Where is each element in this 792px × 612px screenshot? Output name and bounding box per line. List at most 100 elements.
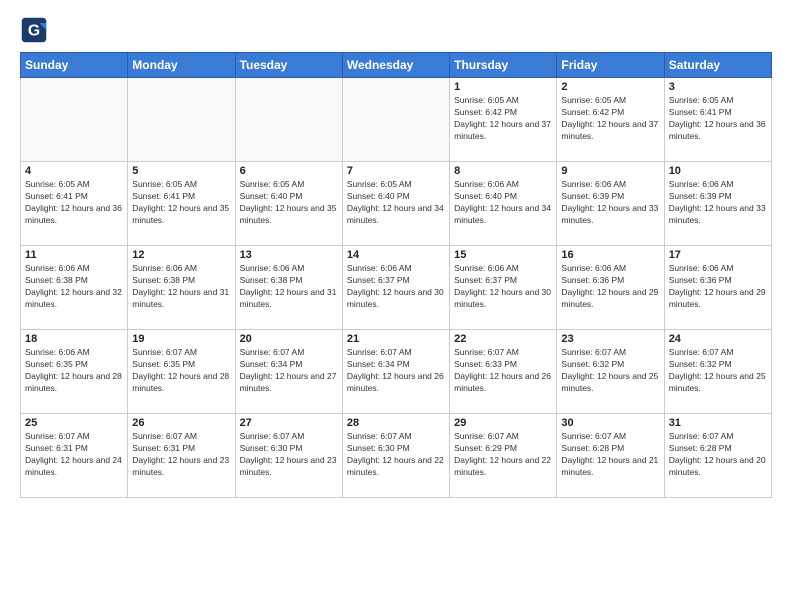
day-number: 20 bbox=[240, 333, 338, 345]
calendar-cell: 24Sunrise: 6:07 AMSunset: 6:32 PMDayligh… bbox=[664, 330, 771, 414]
calendar-cell: 20 Sunrise: 6:07 AMSunset: 6:34 PMDayligh… bbox=[235, 330, 342, 414]
week-row-2: 4 Sunrise: 6:05 AMSunset: 6:41 PMDaylight… bbox=[21, 162, 772, 246]
calendar-cell: 3 Sunrise: 6:05 AMSunset: 6:41 PMDaylight… bbox=[664, 78, 771, 162]
week-row-1: 1 Sunrise: 6:05 AMSunset: 6:42 PMDaylight… bbox=[21, 78, 772, 162]
day-number: 9 bbox=[561, 165, 659, 177]
day-number: 18 bbox=[25, 333, 123, 345]
calendar-cell: 1Sunrise: 6:05 AMSunset: 6:42 PMDaylight… bbox=[450, 78, 557, 162]
calendar-cell: 9 Sunrise: 6:06 AMSunset: 6:39 PMDaylight… bbox=[557, 162, 664, 246]
day-number: 23 bbox=[561, 333, 659, 345]
calendar-cell bbox=[235, 78, 342, 162]
day-number: 15 bbox=[454, 249, 552, 261]
logo-icon: G bbox=[20, 16, 48, 44]
day-number: 31 bbox=[669, 417, 767, 429]
calendar-cell: 2 Sunrise: 6:05 AMSunset: 6:42 PMDaylight… bbox=[557, 78, 664, 162]
day-info: Sunrise: 6:06 AMSunset: 6:35 PMDaylight:… bbox=[25, 347, 123, 395]
calendar-cell: 28 Sunrise: 6:07 AMSunset: 6:30 PMDayligh… bbox=[342, 414, 449, 498]
day-info: Sunrise: 6:06 AMSunset: 6:39 PMDaylight:… bbox=[561, 179, 659, 227]
calendar-cell: 25Sunrise: 6:07 AMSunset: 6:31 PMDayligh… bbox=[21, 414, 128, 498]
calendar-header-saturday: Saturday bbox=[664, 53, 771, 78]
calendar-cell: 29Sunrise: 6:07 AMSunset: 6:29 PMDayligh… bbox=[450, 414, 557, 498]
calendar-cell: 8Sunrise: 6:06 AMSunset: 6:40 PMDaylight… bbox=[450, 162, 557, 246]
day-number: 6 bbox=[240, 165, 338, 177]
calendar-cell: 12 Sunrise: 6:06 AMSunset: 6:38 PMDayligh… bbox=[128, 246, 235, 330]
calendar-cell: 16 Sunrise: 6:06 AMSunset: 6:36 PMDayligh… bbox=[557, 246, 664, 330]
week-row-4: 18 Sunrise: 6:06 AMSunset: 6:35 PMDayligh… bbox=[21, 330, 772, 414]
day-info: Sunrise: 6:07 AMSunset: 6:28 PMDaylight:… bbox=[561, 431, 659, 479]
calendar-body: 1 Sunrise: 6:05 AMSunset: 6:42 PMDaylight… bbox=[21, 78, 772, 498]
calendar-cell: 5 Sunrise: 6:05 AMSunset: 6:41 PMDaylight… bbox=[128, 162, 235, 246]
day-number: 27 bbox=[240, 417, 338, 429]
day-info: Sunrise: 6:07 AMSunset: 6:32 PMDaylight:… bbox=[561, 347, 659, 395]
day-number: 28 bbox=[347, 417, 445, 429]
day-number: 10 bbox=[669, 165, 767, 177]
day-info: Sunrise: 6:07 AMSunset: 6:32 PMDaylight:… bbox=[669, 347, 767, 395]
day-number: 30 bbox=[561, 417, 659, 429]
calendar-cell bbox=[128, 78, 235, 162]
day-info: Sunrise: 6:06 AMSunset: 6:37 PMDaylight:… bbox=[347, 263, 445, 311]
calendar-header-wednesday: Wednesday bbox=[342, 53, 449, 78]
day-number: 14 bbox=[347, 249, 445, 261]
day-info: Sunrise: 6:07 AMSunset: 6:33 PMDaylight:… bbox=[454, 347, 552, 395]
day-info: Sunrise: 6:07 AMSunset: 6:31 PMDaylight:… bbox=[132, 431, 230, 479]
calendar-table: SundayMondayTuesdayWednesdayThursdayFrid… bbox=[20, 52, 772, 498]
calendar-cell: 27 Sunrise: 6:07 AMSunset: 6:30 PMDayligh… bbox=[235, 414, 342, 498]
week-row-5: 25Sunrise: 6:07 AMSunset: 6:31 PMDayligh… bbox=[21, 414, 772, 498]
day-info: Sunrise: 6:05 AMSunset: 6:41 PMDaylight:… bbox=[132, 179, 230, 227]
day-info: Sunrise: 6:06 AMSunset: 6:36 PMDaylight:… bbox=[561, 263, 659, 311]
calendar-cell: 22Sunrise: 6:07 AMSunset: 6:33 PMDayligh… bbox=[450, 330, 557, 414]
day-info: Sunrise: 6:05 AMSunset: 6:40 PMDaylight:… bbox=[240, 179, 338, 227]
day-number: 4 bbox=[25, 165, 123, 177]
day-info: Sunrise: 6:07 AMSunset: 6:30 PMDaylight:… bbox=[240, 431, 338, 479]
day-number: 2 bbox=[561, 81, 659, 93]
calendar-cell: 14 Sunrise: 6:06 AMSunset: 6:37 PMDayligh… bbox=[342, 246, 449, 330]
calendar-cell: 6 Sunrise: 6:05 AMSunset: 6:40 PMDaylight… bbox=[235, 162, 342, 246]
calendar-cell bbox=[342, 78, 449, 162]
calendar-header-tuesday: Tuesday bbox=[235, 53, 342, 78]
calendar-header-friday: Friday bbox=[557, 53, 664, 78]
calendar-cell: 18 Sunrise: 6:06 AMSunset: 6:35 PMDayligh… bbox=[21, 330, 128, 414]
calendar-header-monday: Monday bbox=[128, 53, 235, 78]
day-info: Sunrise: 6:06 AMSunset: 6:36 PMDaylight:… bbox=[669, 263, 767, 311]
day-number: 7 bbox=[347, 165, 445, 177]
calendar-header-thursday: Thursday bbox=[450, 53, 557, 78]
day-number: 5 bbox=[132, 165, 230, 177]
day-info: Sunrise: 6:05 AMSunset: 6:41 PMDaylight:… bbox=[25, 179, 123, 227]
calendar-header-sunday: Sunday bbox=[21, 53, 128, 78]
calendar-cell: 13 Sunrise: 6:06 AMSunset: 6:38 PMDayligh… bbox=[235, 246, 342, 330]
day-number: 1 bbox=[454, 81, 552, 93]
calendar-cell: 21Sunrise: 6:07 AMSunset: 6:34 PMDayligh… bbox=[342, 330, 449, 414]
day-number: 13 bbox=[240, 249, 338, 261]
day-number: 16 bbox=[561, 249, 659, 261]
day-info: Sunrise: 6:07 AMSunset: 6:34 PMDaylight:… bbox=[347, 347, 445, 395]
calendar-cell: 30 Sunrise: 6:07 AMSunset: 6:28 PMDayligh… bbox=[557, 414, 664, 498]
header: G bbox=[20, 16, 772, 44]
calendar-page: G SundayMondayTuesdayWednesdayThursdayFr… bbox=[0, 0, 792, 612]
day-info: Sunrise: 6:06 AMSunset: 6:37 PMDaylight:… bbox=[454, 263, 552, 311]
day-info: Sunrise: 6:05 AMSunset: 6:42 PMDaylight:… bbox=[561, 95, 659, 143]
calendar-cell: 15 Sunrise: 6:06 AMSunset: 6:37 PMDayligh… bbox=[450, 246, 557, 330]
day-number: 3 bbox=[669, 81, 767, 93]
day-info: Sunrise: 6:05 AMSunset: 6:41 PMDaylight:… bbox=[669, 95, 767, 143]
day-info: Sunrise: 6:06 AMSunset: 6:38 PMDaylight:… bbox=[240, 263, 338, 311]
calendar-cell: 23 Sunrise: 6:07 AMSunset: 6:32 PMDayligh… bbox=[557, 330, 664, 414]
day-info: Sunrise: 6:05 AMSunset: 6:40 PMDaylight:… bbox=[347, 179, 445, 227]
calendar-cell bbox=[21, 78, 128, 162]
svg-text:G: G bbox=[28, 22, 40, 39]
day-info: Sunrise: 6:06 AMSunset: 6:38 PMDaylight:… bbox=[25, 263, 123, 311]
day-info: Sunrise: 6:06 AMSunset: 6:38 PMDaylight:… bbox=[132, 263, 230, 311]
day-info: Sunrise: 6:07 AMSunset: 6:29 PMDaylight:… bbox=[454, 431, 552, 479]
week-row-3: 11Sunrise: 6:06 AMSunset: 6:38 PMDayligh… bbox=[21, 246, 772, 330]
day-number: 12 bbox=[132, 249, 230, 261]
day-info: Sunrise: 6:07 AMSunset: 6:31 PMDaylight:… bbox=[25, 431, 123, 479]
day-number: 17 bbox=[669, 249, 767, 261]
calendar-cell: 26Sunrise: 6:07 AMSunset: 6:31 PMDayligh… bbox=[128, 414, 235, 498]
calendar-cell: 7 Sunrise: 6:05 AMSunset: 6:40 PMDaylight… bbox=[342, 162, 449, 246]
calendar-cell: 17 Sunrise: 6:06 AMSunset: 6:36 PMDayligh… bbox=[664, 246, 771, 330]
logo: G bbox=[20, 16, 52, 44]
day-number: 19 bbox=[132, 333, 230, 345]
day-info: Sunrise: 6:07 AMSunset: 6:30 PMDaylight:… bbox=[347, 431, 445, 479]
day-info: Sunrise: 6:06 AMSunset: 6:40 PMDaylight:… bbox=[454, 179, 552, 227]
calendar-cell: 31Sunrise: 6:07 AMSunset: 6:28 PMDayligh… bbox=[664, 414, 771, 498]
day-info: Sunrise: 6:07 AMSunset: 6:34 PMDaylight:… bbox=[240, 347, 338, 395]
